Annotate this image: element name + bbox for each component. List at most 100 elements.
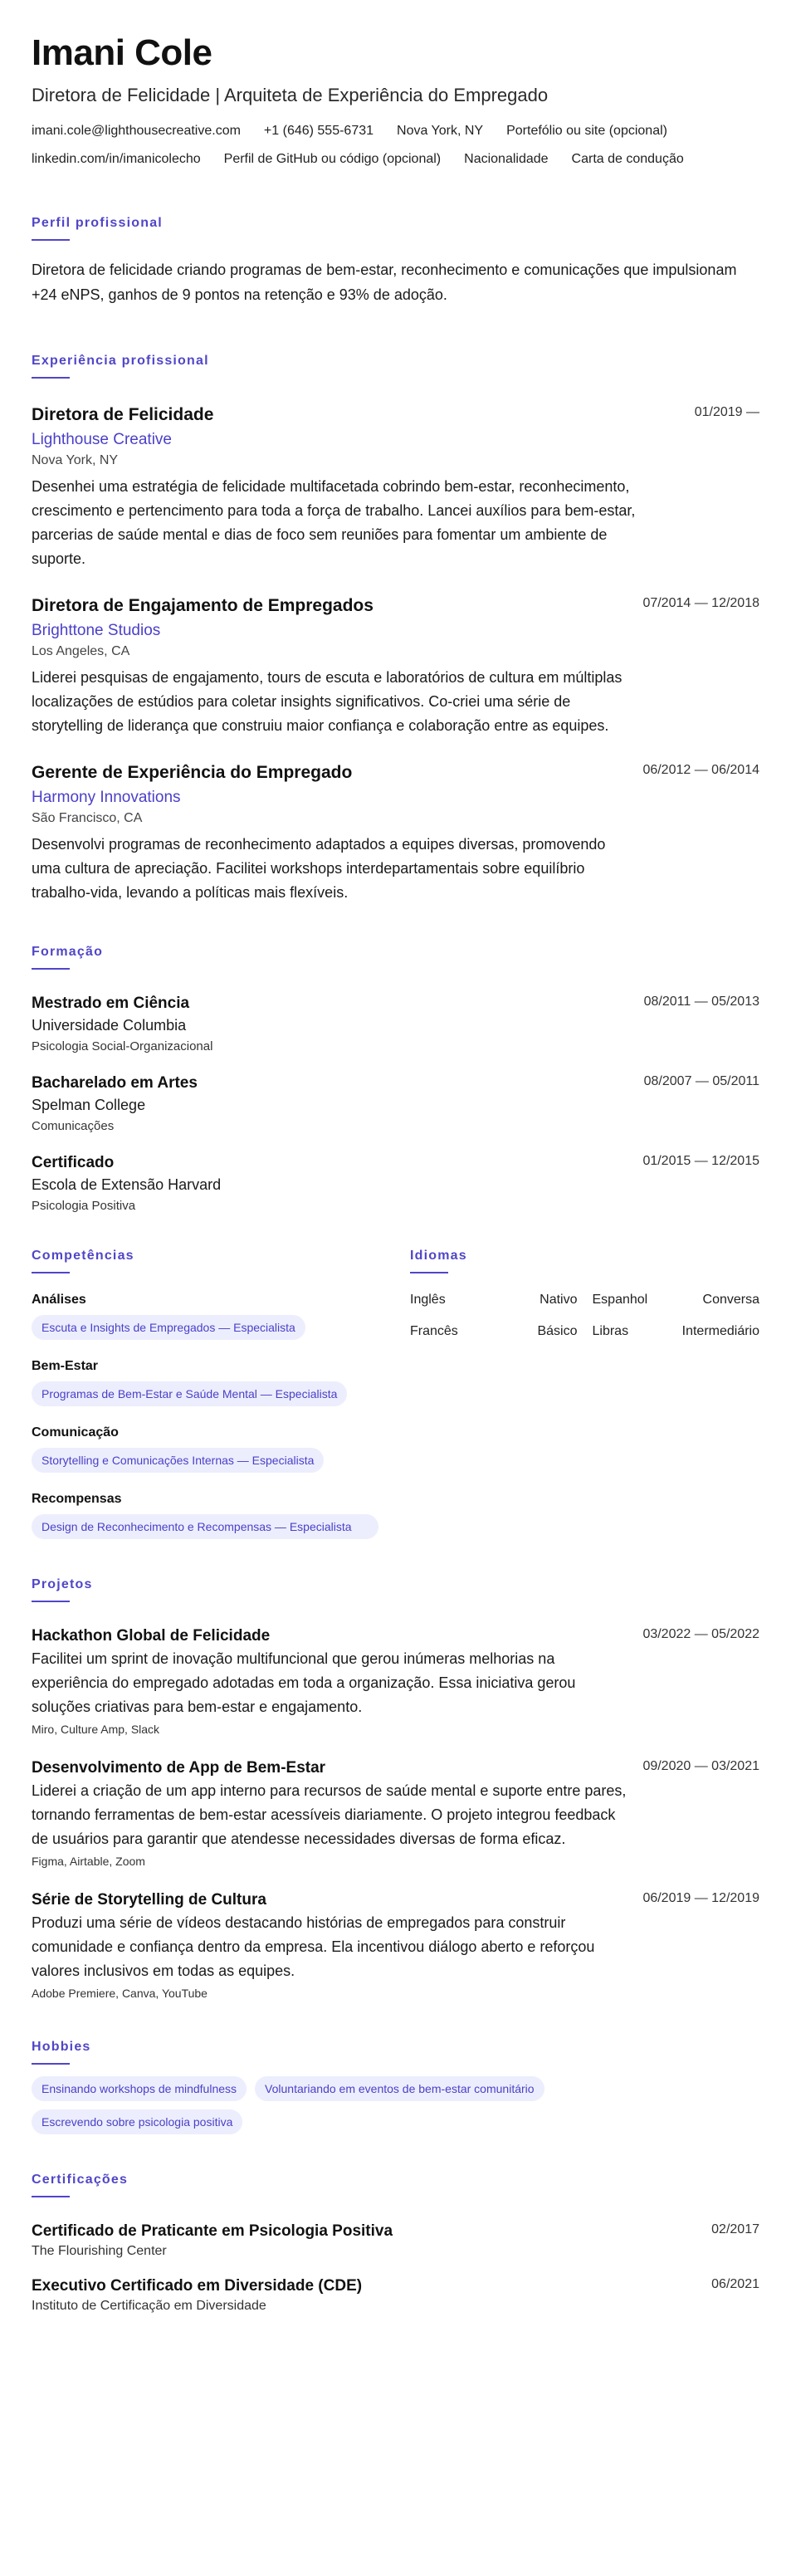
skills-languages-row: Competências Análises Escuta e Insights … — [32, 1249, 759, 1539]
experience-item: Diretora de Felicidade 01/2019 — Lightho… — [32, 403, 759, 571]
experience-company[interactable]: Lighthouse Creative — [32, 428, 759, 452]
certifications-section: Certificações Certificado de Praticante … — [32, 2173, 759, 2315]
education-field: Psicologia Social-Organizacional — [32, 1039, 213, 1053]
hobby-chip: Voluntariando em eventos de bem-estar co… — [255, 2076, 544, 2101]
certification-issuer: The Flourishing Center — [32, 2244, 167, 2258]
summary-section: Perfil profissional Diretora de felicida… — [32, 216, 759, 307]
section-divider — [32, 2196, 70, 2197]
section-title-experience: Experiência profissional — [32, 354, 209, 368]
candidate-headline: Diretora de Felicidade | Arquiteta de Ex… — [32, 85, 549, 105]
project-item: Série de Storytelling de Cultura 06/2019… — [32, 1889, 759, 2002]
experience-description: Desenvolvi programas de reconhecimento a… — [32, 836, 606, 901]
languages-section: Idiomas Inglês Nativo Espanhol Conversa … — [410, 1249, 759, 1539]
contact-github[interactable]: Perfil de GitHub ou código (opcional) — [224, 151, 441, 168]
contact-email[interactable]: imani.cole@lighthousecreative.com — [32, 123, 241, 139]
language-item: Libras Intermediário — [593, 1323, 760, 1340]
education-item: Mestrado em Ciência 08/2011 — 05/2013 Un… — [32, 993, 759, 1056]
hobby-chip: Escrevendo sobre psicologia positiva — [32, 2109, 243, 2134]
experience-item: Gerente de Experiência do Empregado 06/2… — [32, 761, 759, 905]
education-date: 01/2015 — 12/2015 — [642, 1154, 759, 1168]
project-description: Produzi uma série de vídeos destacando h… — [32, 1914, 595, 1979]
certification-item: Certificado de Praticante em Psicologia … — [32, 2221, 759, 2261]
skills-section: Competências Análises Escuta e Insights … — [32, 1249, 378, 1539]
hobby-chip: Ensinando workshops de mindfulness — [32, 2076, 247, 2101]
certification-date: 02/2017 — [711, 2222, 759, 2236]
skill-chip: Storytelling e Comunicações Internas — E… — [32, 1448, 325, 1473]
language-name: Inglês — [410, 1293, 446, 1307]
certification-name: Executivo Certificado em Diversidade (CD… — [32, 2277, 363, 2295]
experience-location: São Francisco, CA — [32, 811, 143, 825]
project-tools: Adobe Premiere, Canva, YouTube — [32, 1987, 208, 2000]
contact-location: Nova York, NY — [397, 124, 484, 138]
education-field: Psicologia Positiva — [32, 1199, 136, 1213]
experience-date: 06/2012 — 06/2014 — [642, 763, 759, 777]
language-grid: Inglês Nativo Espanhol Conversa Francês … — [410, 1292, 759, 1340]
language-level: Básico — [537, 1324, 578, 1338]
language-name: Espanhol — [592, 1293, 648, 1307]
skill-group: Bem-Estar Programas de Bem-Estar e Saúde… — [32, 1358, 378, 1406]
education-school: Escola de Extensão Harvard — [32, 1176, 222, 1193]
experience-role: Diretora de Felicidade — [32, 405, 214, 424]
section-title-skills: Competências — [32, 1249, 134, 1263]
experience-date: 07/2014 — 12/2018 — [642, 596, 759, 610]
contact-nationality: Nacionalidade — [464, 152, 549, 166]
certification-issuer: Instituto de Certificação em Diversidade — [32, 2299, 266, 2313]
skill-chip: Programas de Bem-Estar e Saúde Mental — … — [32, 1381, 348, 1406]
language-level: Intermediário — [681, 1324, 759, 1338]
experience-company[interactable]: Harmony Innovations — [32, 786, 759, 809]
education-school: Universidade Columbia — [32, 1017, 187, 1034]
skill-group: Recompensas Design de Reconhecimento e R… — [32, 1491, 378, 1539]
section-title-summary: Perfil profissional — [32, 216, 163, 230]
education-section: Formação Mestrado em Ciência 08/2011 — 0… — [32, 945, 759, 1215]
language-level: Conversa — [702, 1293, 759, 1307]
language-name: Libras — [592, 1324, 629, 1338]
section-title-certifications: Certificações — [32, 2173, 129, 2187]
language-item: Inglês Nativo — [410, 1292, 578, 1308]
education-field: Comunicações — [32, 1119, 115, 1133]
contact-phone[interactable]: +1 (646) 555-6731 — [264, 123, 374, 139]
hobby-list: Ensinando workshops de mindfulness Volun… — [32, 2076, 759, 2134]
experience-description: Liderei pesquisas de engajamento, tours … — [32, 669, 623, 734]
project-date: 03/2022 — 05/2022 — [642, 1627, 759, 1641]
section-divider — [32, 968, 70, 970]
language-name: Francês — [410, 1324, 458, 1338]
education-school: Spelman College — [32, 1097, 146, 1113]
skill-chip: Design de Reconhecimento e Recompensas —… — [32, 1514, 378, 1539]
certification-date: 06/2021 — [711, 2277, 759, 2291]
certification-name: Certificado de Praticante em Psicologia … — [32, 2222, 393, 2240]
contact-linkedin[interactable]: linkedin.com/in/imanicolecho — [32, 151, 201, 168]
skill-group: Comunicação Storytelling e Comunicações … — [32, 1425, 378, 1473]
section-title-education: Formação — [32, 945, 104, 959]
experience-location: Nova York, NY — [32, 453, 119, 467]
experience-date: 01/2019 — — [694, 405, 759, 419]
skill-category: Análises — [32, 1293, 86, 1307]
section-divider — [32, 377, 70, 379]
resume-header: Imani Cole Diretora de Felicidade | Arqu… — [32, 0, 759, 168]
language-item: Francês Básico — [410, 1323, 578, 1340]
experience-location: Los Angeles, CA — [32, 644, 130, 658]
education-item: Bacharelado em Artes 08/2007 — 05/2011 S… — [32, 1073, 759, 1136]
section-divider — [32, 239, 70, 241]
project-tools: Figma, Airtable, Zoom — [32, 1855, 145, 1868]
candidate-name: Imani Cole — [32, 32, 212, 73]
skill-chip: Escuta e Insights de Empregados — Especi… — [32, 1315, 305, 1340]
contact-driving-license: Carta de condução — [571, 152, 684, 166]
skill-category: Comunicação — [32, 1425, 119, 1440]
resume-page: Imani Cole Diretora de Felicidade | Arqu… — [0, 0, 791, 2576]
language-level: Nativo — [540, 1293, 578, 1307]
project-description: Facilitei um sprint de inovação multifun… — [32, 1650, 576, 1715]
project-date: 09/2020 — 03/2021 — [642, 1759, 759, 1773]
section-divider — [32, 1601, 70, 1602]
project-description: Liderei a criação de um app interno para… — [32, 1782, 627, 1847]
section-title-projects: Projetos — [32, 1577, 93, 1591]
experience-company[interactable]: Brighttone Studios — [32, 619, 759, 643]
education-date: 08/2011 — 05/2013 — [643, 995, 759, 1009]
section-divider — [32, 1272, 70, 1273]
skill-category: Recompensas — [32, 1492, 122, 1506]
contact-list: imani.cole@lighthousecreative.com +1 (64… — [32, 123, 759, 168]
education-date: 08/2007 — 05/2011 — [643, 1074, 759, 1088]
project-tools: Miro, Culture Amp, Slack — [32, 1723, 160, 1736]
experience-description: Desenhei uma estratégia de felicidade mu… — [32, 478, 636, 567]
skill-category: Bem-Estar — [32, 1359, 99, 1373]
contact-portfolio[interactable]: Portefólio ou site (opcional) — [506, 123, 667, 139]
